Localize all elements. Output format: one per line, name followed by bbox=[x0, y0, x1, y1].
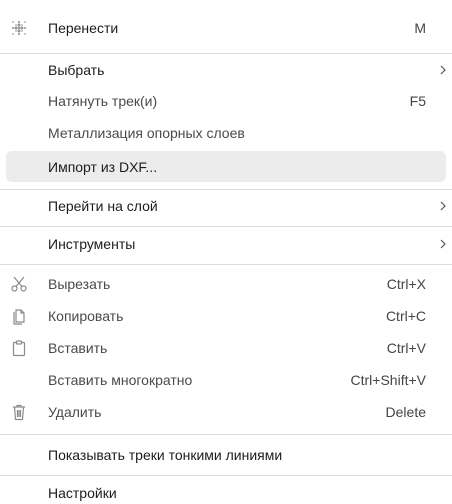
menu-item-paste-multiple[interactable]: Вставить многократно Ctrl+Shift+V bbox=[0, 368, 452, 392]
menu-item-delete[interactable]: Удалить Delete bbox=[0, 400, 452, 424]
menu-separator bbox=[0, 434, 452, 435]
menu-item-select[interactable]: Выбрать bbox=[0, 58, 452, 82]
menu-item-label: Выбрать bbox=[48, 62, 105, 78]
chevron-right-icon bbox=[438, 237, 448, 251]
menu-item-plane-metallization[interactable]: Металлизация опорных слоев bbox=[0, 121, 452, 145]
menu-item-move[interactable]: Перенести M bbox=[0, 16, 452, 40]
menu-item-copy[interactable]: Копировать Ctrl+C bbox=[0, 304, 452, 328]
menu-item-thin-tracks[interactable]: Показывать треки тонкими линиями bbox=[0, 443, 452, 467]
menu-item-cut[interactable]: Вырезать Ctrl+X bbox=[0, 272, 452, 296]
menu-item-label: Инструменты bbox=[48, 236, 136, 252]
menu-item-label: Металлизация опорных слоев bbox=[48, 125, 245, 141]
menu-item-shortcut: Ctrl+X bbox=[386, 276, 426, 292]
menu-item-tools[interactable]: Инструменты bbox=[0, 232, 452, 256]
menu-item-go-to-layer[interactable]: Перейти на слой bbox=[0, 194, 452, 218]
menu-item-shortcut: Delete bbox=[385, 404, 426, 420]
context-menu: Перенести M Выбрать Натянуть трек(и) F5 … bbox=[0, 0, 452, 504]
menu-separator bbox=[0, 475, 452, 476]
copy-icon bbox=[10, 307, 28, 325]
menu-item-shortcut: Ctrl+C bbox=[385, 308, 426, 324]
menu-item-label: Вставить многократно bbox=[48, 372, 193, 388]
menu-item-shortcut: F5 bbox=[409, 93, 426, 109]
menu-item-label: Натянуть трек(и) bbox=[48, 93, 158, 109]
scissors-icon bbox=[10, 275, 28, 293]
menu-item-settings[interactable]: Настройки bbox=[0, 481, 452, 504]
menu-item-shortcut: Ctrl+V bbox=[386, 340, 426, 356]
menu-separator bbox=[0, 189, 452, 190]
menu-item-label: Перенести bbox=[48, 20, 119, 36]
menu-separator bbox=[0, 226, 452, 227]
menu-item-label: Вставить bbox=[48, 340, 108, 356]
menu-item-label: Настройки bbox=[48, 485, 117, 501]
menu-separator bbox=[0, 53, 452, 54]
chevron-right-icon bbox=[438, 199, 448, 213]
move-icon bbox=[10, 19, 28, 37]
menu-item-shortcut: Ctrl+Shift+V bbox=[350, 372, 426, 388]
trash-icon bbox=[10, 403, 28, 421]
menu-item-label: Удалить bbox=[48, 404, 102, 420]
menu-item-import-dxf[interactable]: Импорт из DXF... bbox=[6, 151, 446, 182]
menu-item-label: Вырезать bbox=[48, 276, 111, 292]
menu-item-label: Показывать треки тонкими линиями bbox=[48, 447, 283, 463]
menu-item-label: Перейти на слой bbox=[48, 198, 158, 214]
menu-separator bbox=[0, 264, 452, 265]
clipboard-icon bbox=[10, 339, 28, 357]
menu-item-label: Копировать bbox=[48, 308, 124, 324]
menu-item-shortcut: M bbox=[414, 20, 426, 36]
menu-item-stretch-tracks[interactable]: Натянуть трек(и) F5 bbox=[0, 89, 452, 113]
menu-item-paste[interactable]: Вставить Ctrl+V bbox=[0, 336, 452, 360]
menu-item-label: Импорт из DXF... bbox=[48, 158, 158, 175]
chevron-right-icon bbox=[438, 63, 448, 77]
